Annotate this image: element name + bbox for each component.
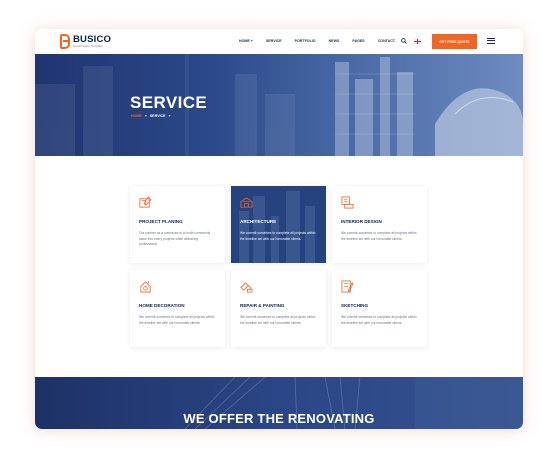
service-description: Our partner as a contractor is to build … bbox=[139, 231, 211, 246]
breadcrumb: HOME » SERVICE » bbox=[131, 114, 171, 118]
get-free-quote-button[interactable]: GET FREE QUOTE bbox=[432, 34, 477, 49]
breadcrumb-separator: » bbox=[168, 114, 171, 118]
nav-pages[interactable]: PAGES bbox=[352, 39, 364, 43]
service-title: SKETCHING bbox=[341, 303, 369, 308]
page-frame: BUSICO Construction Template HOME + SERV… bbox=[35, 29, 523, 429]
logo-tagline: Construction Template bbox=[73, 44, 103, 49]
blueprint-icon bbox=[139, 196, 152, 208]
hero-background-image bbox=[35, 54, 523, 156]
service-card-interior-design[interactable]: INTERIOR DESIGN We commit ourselves to c… bbox=[332, 186, 427, 263]
service-description: We commit ourselves to complete all proj… bbox=[240, 231, 316, 241]
banner-title: WE OFFER THE RENOVATING bbox=[183, 411, 375, 426]
service-description: We commit ourselves to complete all proj… bbox=[240, 315, 316, 325]
logo-name: BUSICO bbox=[73, 33, 112, 45]
main-nav: HOME + SERVICE PORTFOLIO NEWS PAGES CONT… bbox=[239, 39, 408, 43]
breadcrumb-current: SERVICE bbox=[149, 114, 166, 118]
nav-service[interactable]: SERVICE bbox=[266, 39, 282, 43]
service-title: INTERIOR DESIGN bbox=[341, 219, 382, 224]
architecture-icon bbox=[240, 197, 253, 208]
search-icon[interactable] bbox=[401, 38, 407, 44]
service-card-project-planing[interactable]: PROJECT PLANING Our partner as a contrac… bbox=[130, 186, 225, 263]
service-card-home-decoration[interactable]: HOME DECORATION We commit ourselves to c… bbox=[130, 270, 225, 347]
service-description: We commit ourselves to complete all proj… bbox=[139, 315, 215, 325]
language-flag-icon[interactable] bbox=[414, 39, 421, 44]
nav-portfolio[interactable]: PORTFOLIO bbox=[295, 39, 316, 43]
logo-mark-icon bbox=[60, 34, 70, 49]
home-decoration-icon bbox=[140, 280, 151, 293]
logo[interactable]: BUSICO Construction Template bbox=[60, 34, 111, 49]
page-title: SERVICE bbox=[130, 93, 208, 112]
renovating-banner: WE OFFER THE RENOVATING bbox=[35, 377, 523, 429]
breadcrumb-separator: » bbox=[144, 114, 147, 118]
service-title: REPAIR & PAINTING bbox=[240, 303, 285, 308]
nav-contact[interactable]: CONTACT bbox=[378, 39, 395, 43]
hamburger-menu-icon[interactable] bbox=[487, 38, 495, 44]
service-card-architecture[interactable]: ARCHITECTURE We commit ourselves to comp… bbox=[231, 186, 326, 263]
paint-roller-icon bbox=[240, 282, 253, 293]
nav-news[interactable]: NEWS bbox=[329, 39, 340, 43]
nav-home[interactable]: HOME + bbox=[239, 39, 253, 43]
service-title: HOME DECORATION bbox=[139, 303, 185, 308]
interior-design-icon bbox=[341, 196, 354, 209]
service-card-sketching[interactable]: SKETCHING We commit ourselves to complet… bbox=[332, 270, 427, 347]
sketching-icon bbox=[341, 280, 354, 293]
site-header: BUSICO Construction Template HOME + SERV… bbox=[35, 29, 523, 54]
service-description: We commit ourselves to complete all proj… bbox=[341, 231, 417, 241]
service-card-repair-painting[interactable]: REPAIR & PAINTING We commit ourselves to… bbox=[231, 270, 326, 347]
service-title: ARCHITECTURE bbox=[240, 219, 277, 224]
page-hero: SERVICE HOME » SERVICE » bbox=[35, 54, 523, 156]
breadcrumb-home[interactable]: HOME bbox=[131, 114, 142, 118]
service-title: PROJECT PLANING bbox=[139, 219, 183, 224]
service-description: We commit ourselves to complete all proj… bbox=[341, 315, 417, 325]
